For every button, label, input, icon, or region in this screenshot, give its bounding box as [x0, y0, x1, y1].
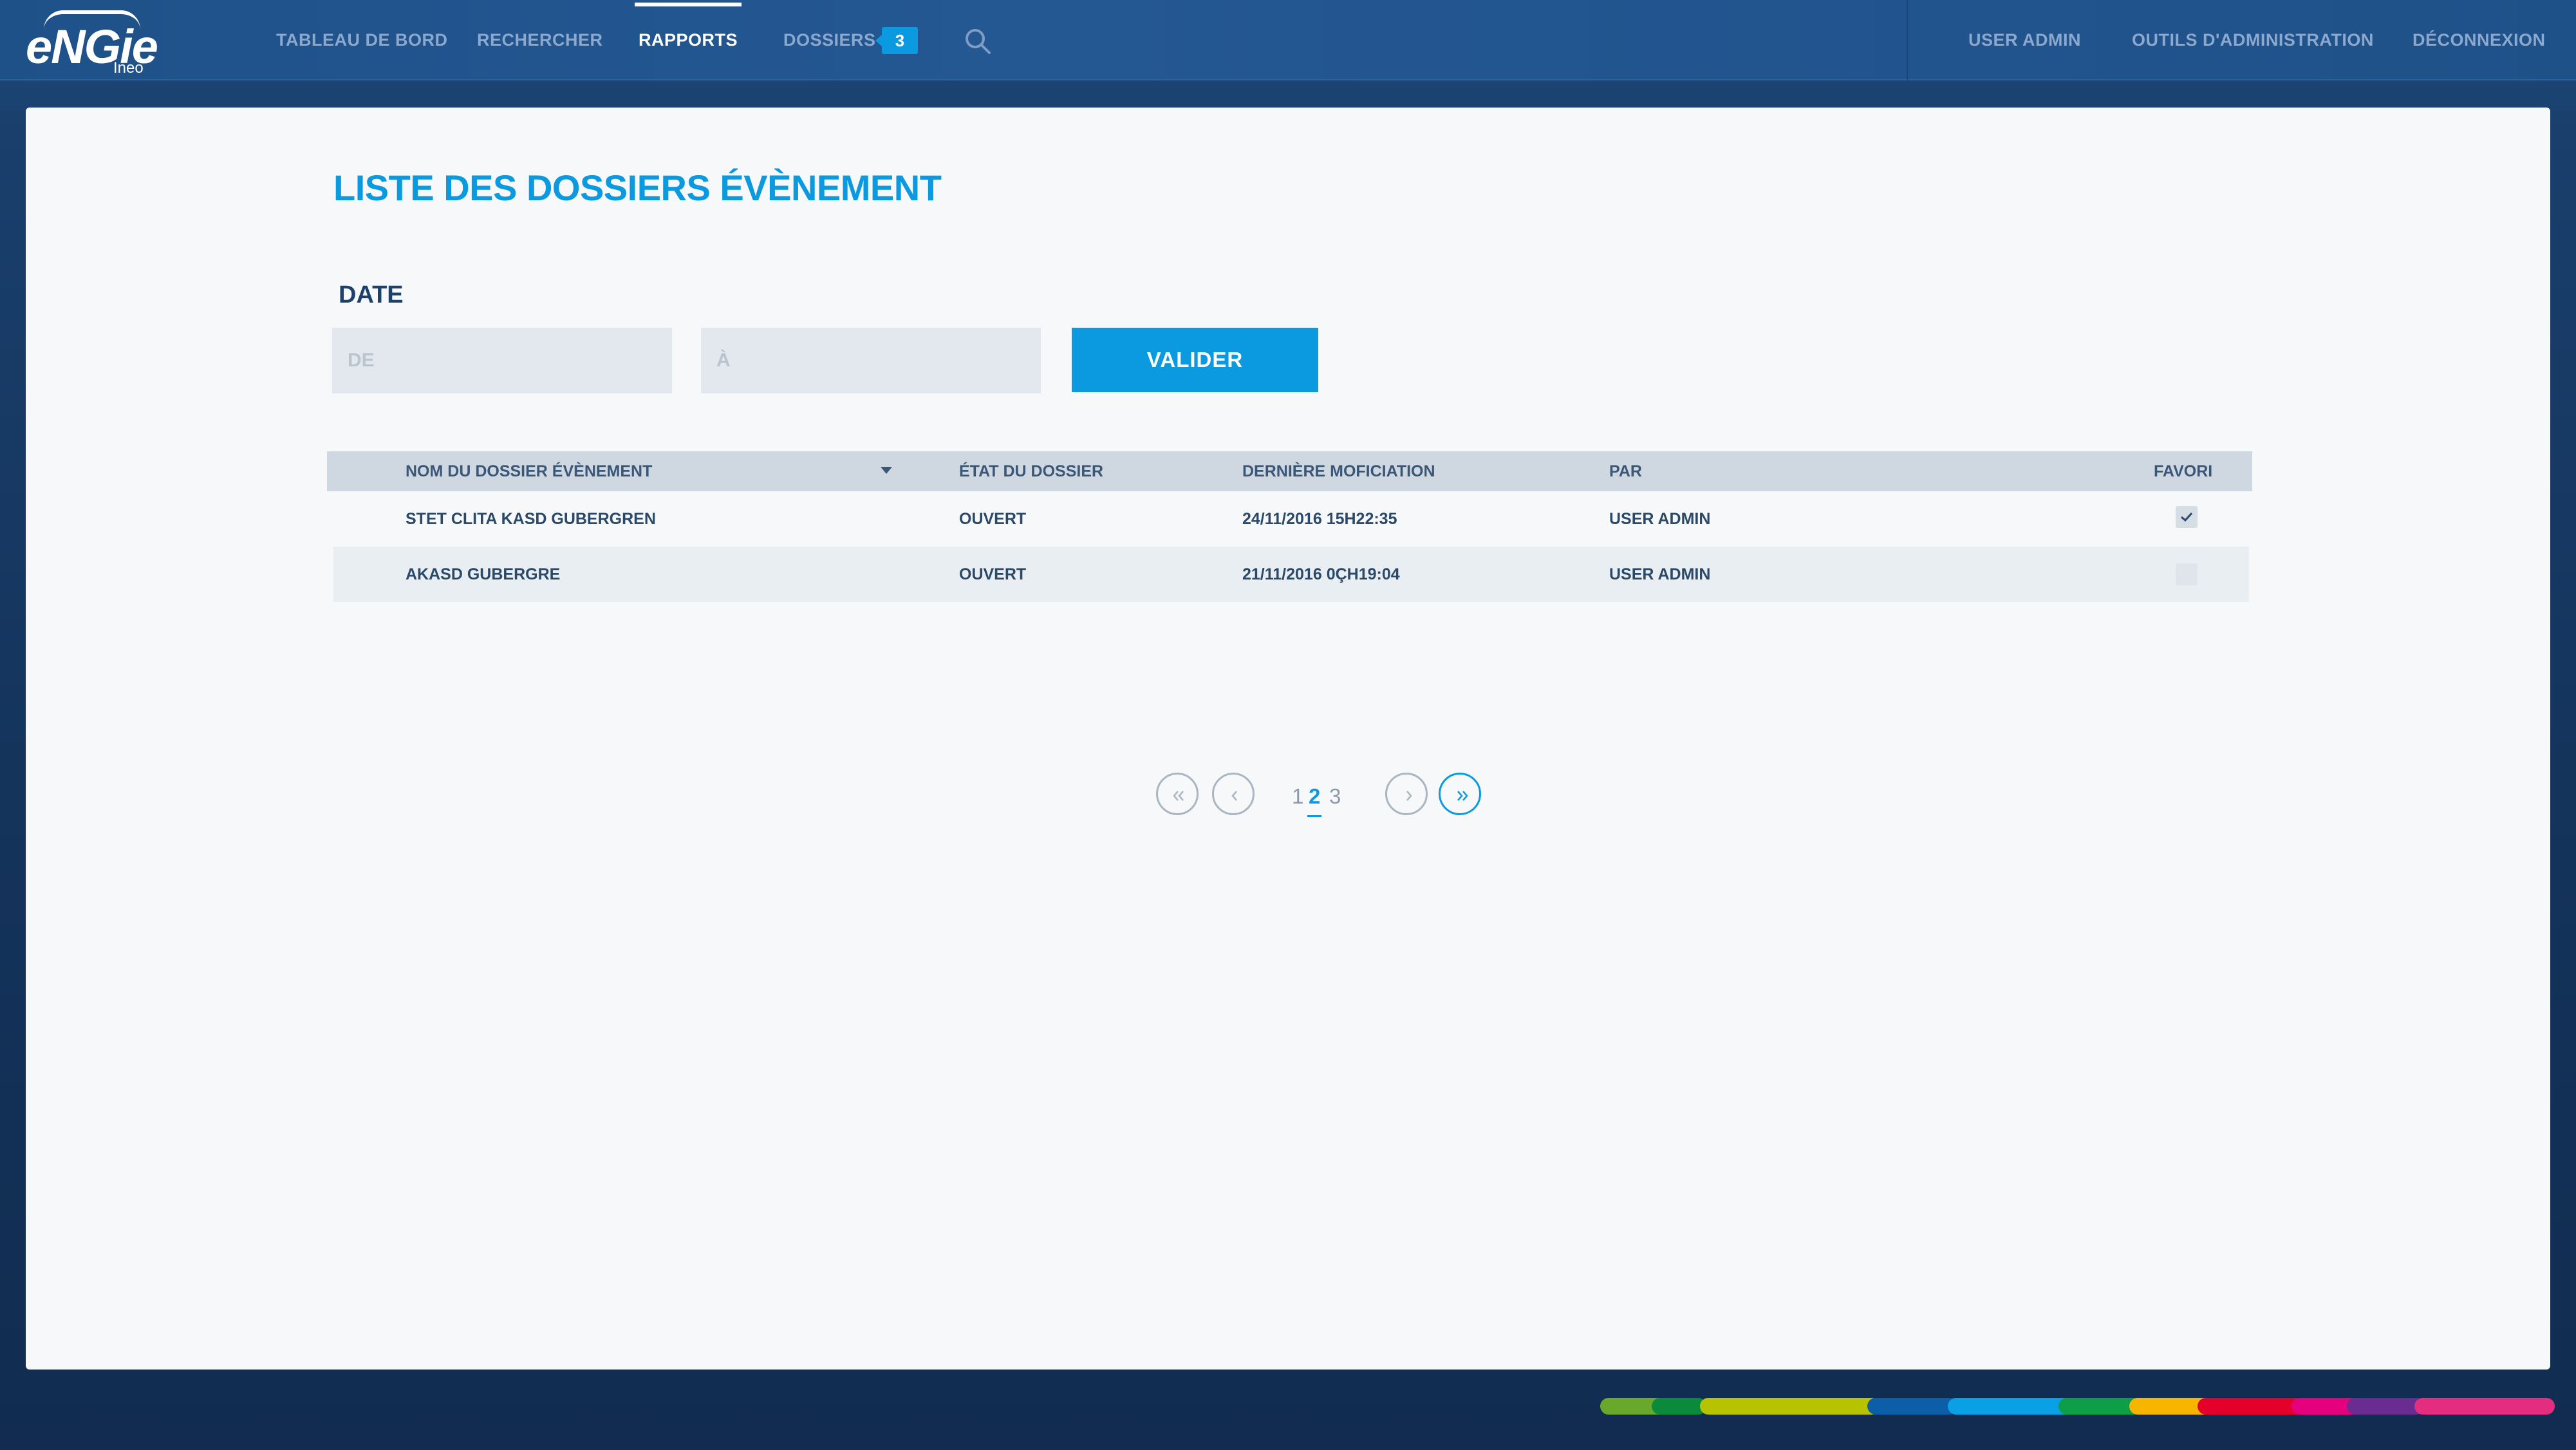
table-header: NOM DU DOSSIER ÉVÈNEMENT ÉTAT DU DOSSIER…	[327, 451, 2252, 491]
chevron-left-icon	[1231, 791, 1237, 801]
pagination-prev-button[interactable]	[1212, 773, 1255, 815]
nav-deconnexion[interactable]: DÉCONNEXION	[2413, 0, 2546, 80]
cell-by: USER ADMIN	[1609, 510, 1711, 528]
cell-by: USER ADMIN	[1609, 565, 1711, 583]
nav-outils-administration[interactable]: OUTILS D'ADMINISTRATION	[2132, 0, 2374, 80]
cell-name[interactable]: AKASD GUBERGRE	[406, 547, 560, 602]
date-filter-label: DATE	[339, 281, 404, 308]
col-header-favorite[interactable]: FAVORI	[2154, 451, 2212, 491]
pagination-page-3[interactable]: 3	[1329, 784, 1341, 809]
cell-name[interactable]: STET CLITA KASD GUBERGREN	[406, 491, 656, 547]
pagination-next-button[interactable]	[1385, 773, 1428, 815]
nav-rapports[interactable]: RAPPORTS	[634, 0, 742, 80]
pagination-page-1[interactable]: 1	[1292, 784, 1303, 809]
nav-dossiers[interactable]: DOSSIERS	[783, 0, 876, 80]
col-header-by[interactable]: PAR	[1609, 451, 1642, 491]
favorite-checkbox[interactable]	[2176, 506, 2198, 528]
content-panel: LISTE DES DOSSIERS ÉVÈNEMENT DATE VALIDE…	[26, 108, 2550, 1370]
stripe-segment	[2414, 1398, 2555, 1415]
favorite-checkbox[interactable]	[2176, 563, 2198, 585]
chevron-right-icon	[1406, 791, 1412, 801]
search-icon[interactable]	[964, 27, 992, 55]
top-navbar: eNGie Ineo TABLEAU DE BORD RECHERCHER RA…	[0, 0, 2576, 80]
engie-ineo-logo[interactable]: eNGie Ineo	[26, 9, 158, 77]
double-chevron-left-icon	[1173, 791, 1184, 801]
double-chevron-right-icon	[1457, 791, 1468, 801]
stripe-segment	[2347, 1398, 2424, 1415]
nav-tableau-de-bord[interactable]: TABLEAU DE BORD	[276, 0, 448, 80]
col-header-name[interactable]: NOM DU DOSSIER ÉVÈNEMENT	[406, 451, 652, 491]
col-header-state[interactable]: ÉTAT DU DOSSIER	[959, 451, 1103, 491]
pagination-page-2[interactable]: 2	[1307, 784, 1322, 817]
stripe-segment	[1700, 1398, 1880, 1415]
logo-subtitle: Ineo	[113, 59, 144, 77]
stripe-segment	[1652, 1398, 1706, 1415]
stripe-segment	[1867, 1398, 1957, 1415]
nav-separator	[1907, 0, 1908, 80]
brand-color-stripe	[1600, 1398, 2555, 1415]
checkmark-icon	[2181, 512, 2193, 522]
stripe-segment	[2198, 1398, 2304, 1415]
date-to-input[interactable]	[701, 328, 1041, 393]
pagination-first-button[interactable]	[1156, 773, 1199, 815]
cell-state: OUVERT	[959, 510, 1027, 528]
cell-state: OUVERT	[959, 565, 1027, 583]
stripe-segment	[1948, 1398, 2077, 1415]
validate-button[interactable]: VALIDER	[1072, 328, 1318, 392]
cell-modified: 24/11/2016 15H22:35	[1242, 510, 1397, 528]
nav-user-admin[interactable]: USER ADMIN	[1968, 0, 2081, 80]
table-row[interactable]: AKASD GUBERGRE OUVERT 21/11/2016 0ÇH19:0…	[333, 547, 2249, 602]
cell-modified: 21/11/2016 0ÇH19:04	[1242, 565, 1400, 583]
table-row[interactable]: STET CLITA KASD GUBERGREN OUVERT 24/11/2…	[333, 491, 2249, 547]
date-from-input[interactable]	[332, 328, 672, 393]
dossiers-count-badge: 3	[875, 27, 918, 54]
col-header-modified[interactable]: DERNIÈRE MOFICIATION	[1242, 451, 1435, 491]
nav-rechercher[interactable]: RECHERCHER	[477, 0, 603, 80]
pagination-last-button[interactable]	[1439, 773, 1481, 815]
sort-desc-icon[interactable]	[881, 467, 892, 474]
page-title: LISTE DES DOSSIERS ÉVÈNEMENT	[333, 167, 942, 208]
